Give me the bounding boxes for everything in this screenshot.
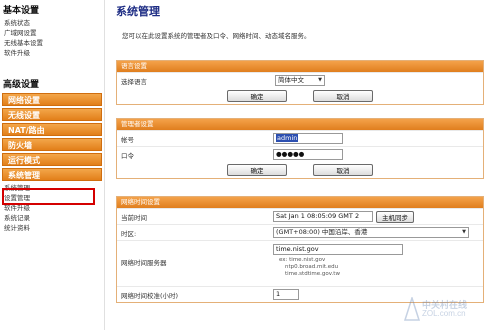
- ntp-server-row: 网络时间服务器 time.nist.gov ex: time.nist.gov …: [117, 240, 483, 286]
- timezone-select-value: (GMT+08:00) 中国沿岸、香港: [276, 228, 368, 236]
- highlight-box: [2, 188, 95, 205]
- watermark-url: ZOL.com.cn: [422, 309, 466, 318]
- sidebar-item-system-status[interactable]: 系统状态: [0, 18, 104, 28]
- sidebar-item-system-management[interactable]: 系统管理: [2, 168, 102, 181]
- basic-settings-heading: 基本设置: [3, 6, 40, 16]
- admin-buttons: 确定 取消: [117, 162, 483, 178]
- sidebar-item-nat-routing[interactable]: NAT/路由: [2, 123, 102, 136]
- ntp-server-input[interactable]: time.nist.gov: [273, 244, 403, 255]
- sidebar-item-wireless-basic[interactable]: 无线基本设置: [0, 38, 104, 48]
- sidebar-item-firewall[interactable]: 防火墙: [2, 138, 102, 151]
- ntp-section-heading: 网络时间设置: [117, 197, 483, 208]
- ntp-example-3: time.stdtime.gov.tw: [285, 271, 340, 277]
- current-time-row: 当前时间 Sat Jan 1 08:05:09 GMT 2 主机同步: [117, 208, 483, 224]
- ntp-section: 网络时间设置 当前时间 Sat Jan 1 08:05:09 GMT 2 主机同…: [116, 196, 484, 303]
- admin-section-heading: 管理者设置: [117, 119, 483, 130]
- timezone-label: 时区:: [121, 229, 137, 238]
- sync-interval-input[interactable]: 1: [273, 289, 299, 300]
- ntp-server-examples: ex: time.nist.gov ntp0.broad.mit.edu tim…: [279, 257, 340, 278]
- sidebar-item-network[interactable]: 网络设置: [2, 93, 102, 106]
- chevron-down-icon: ▼: [318, 77, 322, 83]
- account-input[interactable]: admin: [273, 133, 343, 144]
- language-select-value: 简体中文: [278, 76, 304, 84]
- timezone-row: 时区: (GMT+08:00) 中国沿岸、香港 ▼: [117, 224, 483, 240]
- sidebar-item-wireless[interactable]: 无线设置: [2, 108, 102, 121]
- host-sync-button[interactable]: 主机同步: [376, 210, 414, 223]
- language-ok-button[interactable]: 确定: [227, 90, 287, 102]
- language-row: 选择语言 简体中文 ▼: [117, 72, 483, 88]
- sidebar-item-firmware-upgrade-basic[interactable]: 软件升级: [0, 48, 104, 58]
- language-buttons: 确定 取消: [117, 88, 483, 104]
- sync-interval-label: 网络时间校准(小时): [121, 291, 179, 300]
- password-label: 口令: [121, 151, 134, 160]
- admin-ok-button[interactable]: 确定: [227, 164, 287, 176]
- admin-cancel-button[interactable]: 取消: [313, 164, 373, 176]
- basic-settings-list: 系统状态 广域网设置 无线基本设置 软件升级: [0, 18, 104, 58]
- submenu-item-statistics[interactable]: 统计资料: [0, 223, 104, 233]
- current-time-label: 当前时间: [121, 213, 147, 222]
- sidebar: 基本设置 系统状态 广域网设置 无线基本设置 软件升级 高级设置 网络设置 无线…: [0, 0, 105, 330]
- page-description: 您可以在此设置系统的管理者及口令、网络时间、动态域名服务。: [122, 32, 311, 40]
- password-row: 口令 ●●●●●: [117, 146, 483, 162]
- ntp-example-1: ex: time.nist.gov: [279, 257, 326, 263]
- zol-logo-icon: [404, 297, 420, 321]
- main-content: 系统管理 您可以在此设置系统的管理者及口令、网络时间、动态域名服务。 语言设置 …: [112, 0, 500, 330]
- sidebar-item-wan-settings[interactable]: 广域网设置: [0, 28, 104, 38]
- password-input[interactable]: ●●●●●: [273, 149, 343, 160]
- account-row: 帐号 admin: [117, 130, 483, 146]
- ntp-example-2: ntp0.broad.mit.edu: [285, 264, 339, 270]
- timezone-select[interactable]: (GMT+08:00) 中国沿岸、香港 ▼: [273, 227, 469, 238]
- current-time-display: Sat Jan 1 08:05:09 GMT 2: [273, 211, 373, 222]
- account-label: 帐号: [121, 135, 134, 144]
- language-select[interactable]: 简体中文 ▼: [275, 75, 325, 86]
- language-cancel-button[interactable]: 取消: [313, 90, 373, 102]
- language-section-heading: 语言设置: [117, 61, 483, 72]
- advanced-settings-heading: 高级设置: [3, 80, 40, 90]
- page-title: 系统管理: [116, 5, 160, 18]
- sidebar-item-operation-mode[interactable]: 运行模式: [2, 153, 102, 166]
- ntp-server-label: 网络时间服务器: [121, 259, 167, 267]
- chevron-down-icon: ▼: [462, 229, 466, 235]
- language-section: 语言设置 选择语言 简体中文 ▼ 确定 取消: [116, 60, 484, 105]
- account-input-value: admin: [276, 134, 299, 142]
- admin-section: 管理者设置 帐号 admin 口令 ●●●●● 确定 取消: [116, 118, 484, 179]
- watermark: 中关村在线 ZOL.com.cn: [404, 294, 496, 324]
- submenu-item-system-log[interactable]: 系统记录: [0, 213, 104, 223]
- language-label: 选择语言: [121, 77, 147, 86]
